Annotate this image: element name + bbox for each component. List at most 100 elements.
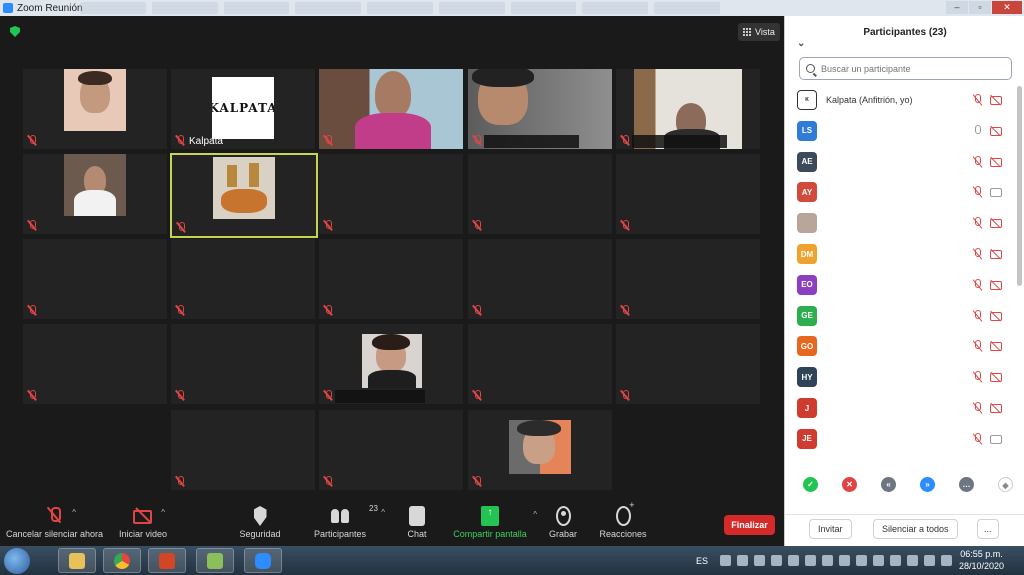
mic-muted-icon[interactable]	[973, 340, 982, 352]
chevron-up-icon[interactable]: ^	[161, 508, 165, 517]
video-tile[interactable]	[319, 239, 463, 319]
participant-row[interactable]: DM	[797, 240, 1015, 268]
chevron-up-icon[interactable]: ^	[381, 508, 385, 517]
video-tile[interactable]	[23, 69, 167, 149]
more-button[interactable]: ...	[977, 519, 999, 539]
participant-row[interactable]: AE	[797, 148, 1015, 176]
mic-muted-icon[interactable]	[973, 248, 982, 260]
video-tile[interactable]	[319, 410, 463, 490]
mute-button[interactable]: ^ Cancelar silenciar ahora	[6, 506, 103, 546]
chevron-up-icon[interactable]: ^	[72, 508, 76, 517]
mic-muted-icon[interactable]	[973, 432, 982, 445]
maximize-button[interactable]: ▫	[969, 1, 991, 14]
video-tile[interactable]	[468, 69, 612, 149]
encryption-shield-icon[interactable]	[10, 26, 20, 37]
go-slower-icon[interactable]: «	[881, 477, 896, 492]
tray-icon[interactable]	[873, 555, 885, 566]
video-tile[interactable]	[468, 410, 612, 490]
video-tile[interactable]	[319, 69, 463, 149]
participant-row[interactable]: EO	[797, 271, 1015, 299]
reactions-button[interactable]: Reacciones	[598, 500, 648, 546]
tray-icon[interactable]	[907, 555, 919, 566]
participant-row[interactable]: GE	[797, 302, 1015, 330]
search-input[interactable]	[821, 63, 1001, 74]
participant-row[interactable]: K Kalpata (Anfitrión, yo)	[797, 86, 1015, 114]
participant-row[interactable]	[797, 209, 1015, 237]
video-tile[interactable]	[171, 239, 315, 319]
participant-row[interactable]: AY	[797, 178, 1015, 206]
no-x-icon[interactable]: ✕	[842, 477, 857, 492]
security-button[interactable]: Seguridad	[236, 506, 284, 546]
tray-icon[interactable]	[839, 555, 851, 566]
tray-icon[interactable]	[788, 555, 800, 566]
invite-button[interactable]: Invitar	[809, 519, 852, 539]
mic-muted-icon[interactable]	[973, 94, 982, 106]
chat-button[interactable]: Chat	[400, 506, 434, 546]
tray-icon[interactable]	[754, 555, 766, 566]
video-tile[interactable]	[468, 239, 612, 319]
video-tile[interactable]	[616, 69, 760, 149]
tray-icon[interactable]	[822, 555, 834, 566]
video-tile[interactable]	[23, 239, 167, 319]
record-button[interactable]: Grabar	[546, 506, 580, 546]
participant-row[interactable]: HY	[797, 363, 1015, 391]
clear-eraser-icon[interactable]: ◆	[998, 477, 1013, 492]
signal-icon[interactable]	[924, 555, 936, 566]
video-tile[interactable]	[319, 324, 463, 404]
participant-row[interactable]: GO	[797, 332, 1015, 360]
tray-icon[interactable]	[890, 555, 902, 566]
mic-muted-icon[interactable]	[973, 155, 982, 168]
taskbar-chrome[interactable]	[103, 548, 141, 573]
taskbar-clock[interactable]: 06:55 p.m. 28/10/2020	[959, 548, 1004, 572]
mic-muted-icon[interactable]	[973, 371, 982, 383]
video-tile[interactable]	[23, 154, 167, 234]
video-tile[interactable]	[171, 410, 315, 490]
close-window-button[interactable]: ✕	[992, 1, 1022, 14]
mic-muted-icon[interactable]	[973, 402, 982, 414]
language-indicator[interactable]: ES	[696, 556, 708, 566]
video-tile[interactable]	[616, 154, 760, 234]
video-tile[interactable]	[171, 324, 315, 404]
mic-muted-icon[interactable]	[973, 309, 982, 322]
flag-icon[interactable]	[941, 555, 953, 566]
go-faster-icon[interactable]: »	[920, 477, 935, 492]
chevron-up-icon[interactable]: ^	[533, 508, 537, 522]
scrollbar[interactable]	[1017, 86, 1022, 286]
mic-muted-icon[interactable]	[973, 217, 982, 229]
end-meeting-button[interactable]: Finalizar	[724, 515, 775, 535]
tray-icon[interactable]	[720, 555, 732, 566]
video-tile[interactable]	[468, 154, 612, 234]
video-tile-host[interactable]: KALPATA Kalpata	[171, 69, 315, 149]
windows-start-button[interactable]	[4, 548, 30, 574]
taskbar-powerpoint[interactable]	[148, 548, 186, 573]
participant-row[interactable]: JE	[797, 425, 1015, 453]
participant-row[interactable]: J	[797, 394, 1015, 422]
video-tile[interactable]	[616, 239, 760, 319]
yes-check-icon[interactable]: ✓	[803, 477, 818, 492]
video-tile[interactable]	[319, 154, 463, 234]
video-tile[interactable]	[468, 324, 612, 404]
mic-icon[interactable]	[973, 124, 982, 137]
minimize-button[interactable]: –	[946, 1, 968, 14]
tray-icon[interactable]	[805, 555, 817, 566]
tray-icon[interactable]	[856, 555, 868, 566]
mute-all-button[interactable]: Silenciar a todos	[873, 519, 958, 539]
share-screen-button[interactable]: ↑ ^ Compartir pantalla	[452, 506, 537, 546]
volume-icon[interactable]	[737, 555, 749, 566]
taskbar-zoom[interactable]	[244, 548, 282, 573]
participants-button[interactable]: 23 ^ Participantes	[310, 504, 385, 546]
chevron-down-icon[interactable]: ⌄	[797, 27, 805, 61]
more-options-icon[interactable]: …	[959, 477, 974, 492]
start-video-button[interactable]: ^ Iniciar video	[115, 506, 171, 546]
mic-muted-icon[interactable]	[973, 278, 982, 291]
taskbar-explorer[interactable]	[58, 548, 96, 573]
video-tile[interactable]	[616, 324, 760, 404]
video-tile[interactable]	[23, 324, 167, 404]
participant-search[interactable]	[799, 57, 1012, 80]
tray-icon[interactable]	[771, 555, 783, 566]
mic-muted-icon[interactable]	[973, 186, 982, 198]
view-button[interactable]: Vista	[738, 23, 780, 41]
video-tile-active-speaker[interactable]	[170, 153, 318, 238]
taskbar-app[interactable]	[196, 548, 234, 573]
participant-row[interactable]: LS	[797, 117, 1015, 145]
